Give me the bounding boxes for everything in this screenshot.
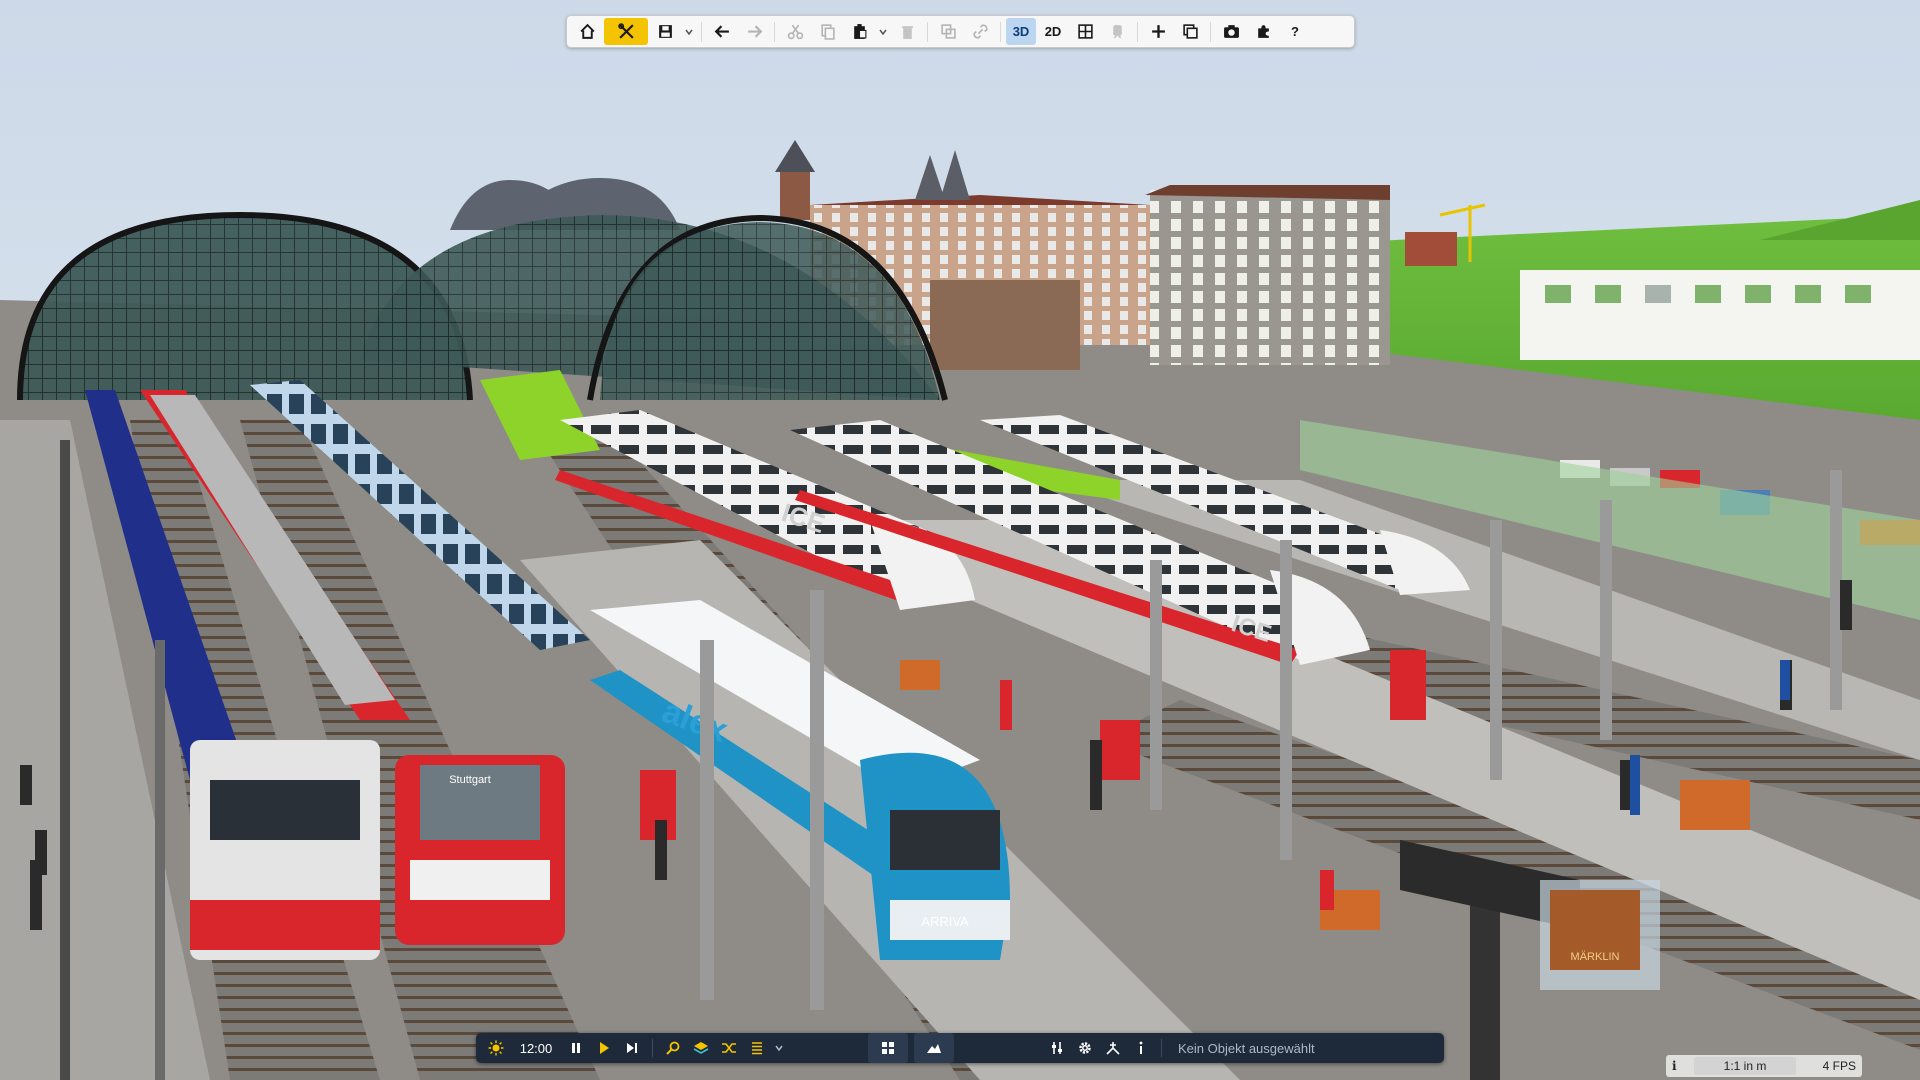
pause-button[interactable] xyxy=(562,1035,590,1061)
duplicate-icon xyxy=(940,24,956,39)
window-icon xyxy=(1182,24,1198,39)
toolbar-separator xyxy=(1161,1039,1162,1057)
help-button[interactable]: ? xyxy=(1280,18,1310,45)
plus-icon xyxy=(1151,25,1165,38)
toolbar-separator xyxy=(701,21,702,42)
info-icon[interactable]: i xyxy=(1672,1059,1694,1073)
play-button[interactable] xyxy=(590,1035,618,1061)
main-toolbar: 3D 2D ? xyxy=(566,15,1355,48)
screenshot-button[interactable] xyxy=(1216,18,1246,45)
pause-icon xyxy=(572,1043,580,1053)
add-object-button[interactable] xyxy=(1143,18,1173,45)
list-icon xyxy=(752,1042,762,1055)
selection-status-text: Kein Objekt ausgewählt xyxy=(1178,1040,1315,1056)
clock-time[interactable]: 12:00 xyxy=(510,1035,562,1061)
tracks-icon xyxy=(1106,1042,1120,1055)
toolbar-separator xyxy=(1210,21,1211,42)
undo-icon xyxy=(714,25,729,38)
link-button[interactable] xyxy=(965,18,995,45)
grid-icon xyxy=(1077,24,1093,39)
grid-view-button[interactable] xyxy=(1070,18,1100,45)
list-button[interactable] xyxy=(743,1035,771,1061)
undo-button[interactable] xyxy=(707,18,737,45)
toolbar-separator xyxy=(927,21,928,42)
cut-icon xyxy=(787,24,803,40)
step-icon xyxy=(627,1043,637,1053)
fps-readout: 4 FPS xyxy=(1822,1059,1856,1073)
cut-button[interactable] xyxy=(780,18,810,45)
save-menu-dropdown[interactable] xyxy=(682,18,696,45)
sun-icon xyxy=(488,1040,504,1056)
terrain-button[interactable] xyxy=(914,1033,954,1063)
save-button[interactable] xyxy=(650,18,680,45)
tools-button[interactable] xyxy=(604,18,648,45)
gear-icon xyxy=(1079,1042,1091,1054)
play-icon xyxy=(600,1042,609,1054)
paste-menu-dropdown[interactable] xyxy=(876,18,890,45)
camera-icon xyxy=(1223,25,1239,38)
catalog-tiles-button[interactable] xyxy=(868,1033,908,1063)
paste-icon xyxy=(853,24,866,39)
shuffle-button[interactable] xyxy=(715,1035,743,1061)
train-icon xyxy=(1112,25,1122,39)
layers-icon xyxy=(693,1042,709,1054)
duplicate-button[interactable] xyxy=(933,18,963,45)
info-icon xyxy=(1139,1041,1143,1054)
settings-button[interactable] xyxy=(1071,1035,1099,1061)
search-button[interactable] xyxy=(659,1035,687,1061)
train-view-button[interactable] xyxy=(1102,18,1132,45)
home-button[interactable] xyxy=(572,18,602,45)
terrain-icon xyxy=(927,1044,941,1053)
layers-button[interactable] xyxy=(687,1035,715,1061)
toolbar-separator xyxy=(652,1039,653,1057)
delete-button[interactable] xyxy=(892,18,922,45)
svg-text:MÄRKLIN: MÄRKLIN xyxy=(1571,951,1620,963)
tools-icon xyxy=(617,23,634,39)
link-icon xyxy=(972,24,988,39)
info-button[interactable] xyxy=(1127,1035,1155,1061)
copy-button[interactable] xyxy=(812,18,842,45)
chevron-down-icon xyxy=(879,29,887,35)
redo-button[interactable] xyxy=(739,18,769,45)
trash-icon xyxy=(901,26,913,39)
track-tools-button[interactable] xyxy=(1099,1035,1127,1061)
info-strip: i 1:1 in m 4 FPS xyxy=(1666,1055,1862,1077)
redo-icon xyxy=(747,25,762,38)
paste-button[interactable] xyxy=(844,18,874,45)
chevron-down-icon xyxy=(685,29,693,35)
svg-text:Stuttgart: Stuttgart xyxy=(449,774,491,786)
list-dropdown[interactable] xyxy=(771,1035,787,1061)
toolbar-separator xyxy=(774,21,775,42)
save-icon xyxy=(658,25,672,38)
window-button[interactable] xyxy=(1175,18,1205,45)
home-icon xyxy=(579,23,595,39)
toolbar-separator xyxy=(1000,21,1001,42)
view-2d-button[interactable]: 2D xyxy=(1038,18,1068,45)
weather-button[interactable] xyxy=(482,1035,510,1061)
scale-readout[interactable]: 1:1 in m xyxy=(1694,1057,1796,1075)
adjust-button[interactable] xyxy=(1043,1035,1071,1061)
plugin-button[interactable] xyxy=(1248,18,1278,45)
railway-scene-viewport[interactable]: Stuttgart alex ARRIVA ICE ICE MÄRKLIN xyxy=(0,0,1920,1080)
copy-icon xyxy=(820,24,835,40)
svg-text:ARRIVA: ARRIVA xyxy=(921,914,969,929)
puzzle-icon xyxy=(1257,25,1269,38)
step-forward-button[interactable] xyxy=(618,1035,646,1061)
search-icon xyxy=(666,1041,680,1055)
toolbar-separator xyxy=(1137,21,1138,42)
tiles-icon xyxy=(882,1042,894,1054)
sliders-icon xyxy=(1052,1042,1062,1054)
shuffle-icon xyxy=(722,1043,736,1053)
view-3d-button[interactable]: 3D xyxy=(1006,18,1036,45)
chevron-down-icon xyxy=(775,1045,783,1052)
status-toolbar: 12:00 Kein Objekt ausgewählt xyxy=(476,1033,1444,1063)
